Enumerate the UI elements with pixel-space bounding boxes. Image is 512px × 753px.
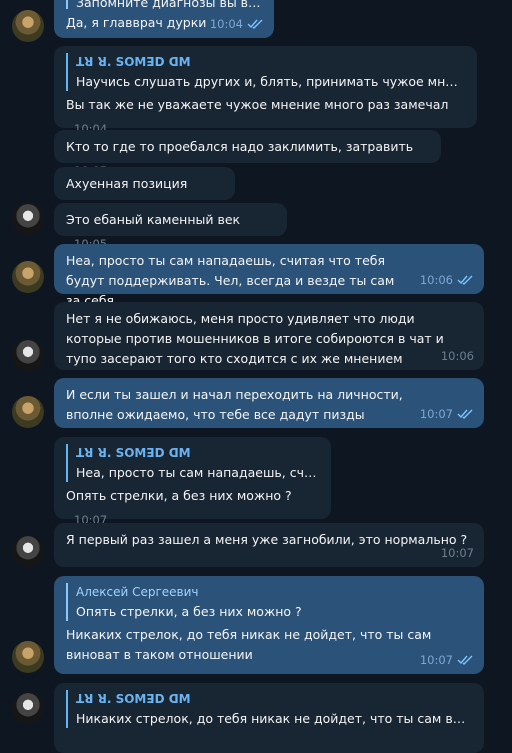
message-text: Ахуенная позиция — [66, 176, 188, 191]
avatar[interactable] — [12, 692, 44, 724]
reply-preview[interactable]: Алексей Сергеевич Опять стрелки, а без н… — [66, 583, 472, 621]
message-bubble-incoming[interactable]: ꓕꓤ ꓤ. ꓢꓳꓟꓱꓓ ꓷꓟ Научись слушать других и,… — [54, 46, 477, 136]
message-time: 10:06 — [419, 273, 453, 287]
double-check-icon — [457, 409, 473, 419]
message-bubble-incoming[interactable]: Я первый раз зашел а меня уже загнобили,… — [54, 523, 484, 567]
reply-quote: Научись слушать других и, блять, принима… — [76, 74, 465, 89]
message-time: 10:07 — [440, 546, 474, 560]
message-bubble-incoming[interactable]: ꓕꓤ ꓤ. ꓢꓳꓟꓱꓓ ꓷꓟ Никаких стрелок, до тебя … — [54, 683, 484, 753]
avatar[interactable] — [12, 203, 44, 235]
message-text: Это ебаный каменный век — [66, 212, 241, 227]
avatar[interactable] — [12, 396, 44, 428]
avatar[interactable] — [12, 535, 44, 567]
message-text: Нет я не обижаюсь, меня просто удивляет … — [66, 311, 444, 366]
message-bubble-outgoing[interactable]: Запомните диагнозы вы врач Да, я главвра… — [54, 0, 274, 38]
reply-author: ꓕꓤ ꓤ. ꓢꓳꓟꓱꓓ ꓷꓟ — [76, 55, 191, 69]
reply-author: Алексей Сергеевич — [76, 585, 199, 599]
message-bubble-incoming[interactable]: ꓕꓤ ꓤ. ꓢꓳꓟꓱꓓ ꓷꓟ Неа, просто ты сам напада… — [54, 437, 331, 527]
message-bubble-incoming[interactable]: Кто то где то проебался надо заклимить, … — [54, 130, 441, 178]
message-time: 10:04 — [209, 17, 243, 31]
message-bubble-outgoing[interactable]: Неа, просто ты сам нападаешь, считая что… — [54, 244, 484, 308]
reply-author: ꓕꓤ ꓤ. ꓢꓳꓟꓱꓓ ꓷꓟ — [76, 446, 191, 460]
reply-preview[interactable]: ꓕꓤ ꓤ. ꓢꓳꓟꓱꓓ ꓷꓟ Научись слушать других и,… — [66, 53, 465, 91]
message-bubble-incoming[interactable]: Нет я не обижаюсь, меня просто удивляет … — [54, 302, 484, 370]
reply-preview[interactable]: ꓕꓤ ꓤ. ꓢꓳꓟꓱꓓ ꓷꓟ Никаких стрелок, до тебя … — [66, 690, 472, 728]
reply-quote: Неа, просто ты сам нападаешь, счит... — [76, 465, 319, 480]
message-time: 10:07 — [419, 653, 453, 667]
message-text: Вы так же не уважаете чужое мнение много… — [66, 97, 449, 112]
message-bubble-outgoing[interactable]: И если ты зашел и начал переходить на ли… — [54, 378, 484, 428]
reply-author: ꓕꓤ ꓤ. ꓢꓳꓟꓱꓓ ꓷꓟ — [76, 692, 191, 706]
message-bubble-incoming[interactable]: Ахуенная позиция 10:05 — [54, 167, 235, 215]
message-bubble-incoming[interactable]: Это ебаный каменный век 10:05 — [54, 203, 287, 251]
double-check-icon — [247, 19, 263, 29]
message-time: 10:06 — [440, 349, 474, 363]
message-text: Я первый раз зашел а меня уже загнобили,… — [66, 532, 468, 547]
double-check-icon — [457, 655, 473, 665]
avatar[interactable] — [12, 641, 44, 673]
avatar[interactable] — [12, 261, 44, 293]
avatar[interactable] — [12, 10, 44, 42]
reply-quote: Опять стрелки, а без них можно ? — [76, 604, 302, 619]
message-text: Опять стрелки, а без них можно ? — [66, 488, 292, 503]
message-time: 10:07 — [419, 407, 453, 421]
message-bubble-outgoing[interactable]: Алексей Сергеевич Опять стрелки, а без н… — [54, 576, 484, 674]
reply-quote: Запомните диагнозы вы врач — [76, 0, 262, 9]
reply-preview[interactable]: Запомните диагнозы вы врач — [66, 0, 262, 9]
double-check-icon — [457, 275, 473, 285]
avatar[interactable] — [12, 339, 44, 371]
reply-quote: Никаких стрелок, до тебя никак не дойдет… — [76, 711, 472, 726]
message-text: Кто то где то проебался надо заклимить, … — [66, 139, 414, 154]
reply-preview[interactable]: ꓕꓤ ꓤ. ꓢꓳꓟꓱꓓ ꓷꓟ Неа, просто ты сам напада… — [66, 444, 319, 482]
